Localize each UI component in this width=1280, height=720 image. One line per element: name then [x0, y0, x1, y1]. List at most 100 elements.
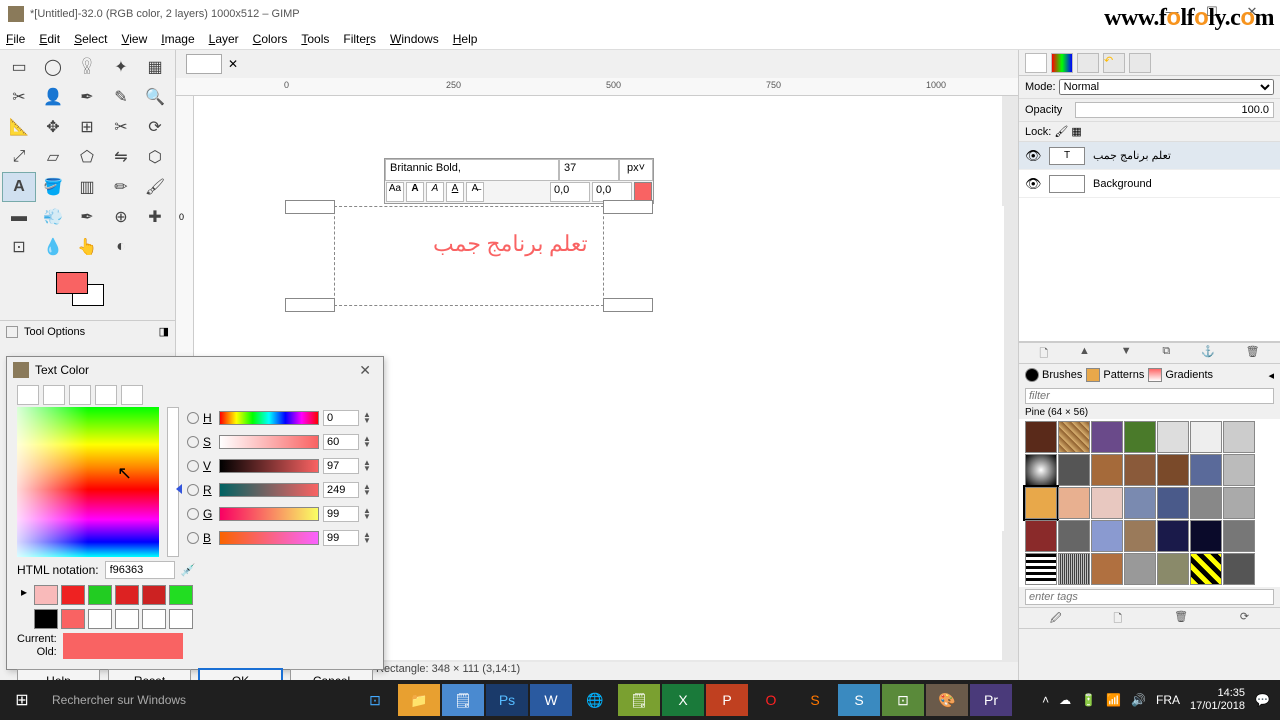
slider-b[interactable] — [219, 531, 319, 545]
slider-h[interactable] — [219, 411, 319, 425]
paths-tab-icon[interactable] — [1077, 53, 1099, 73]
swatch[interactable] — [34, 585, 58, 605]
tags-input[interactable] — [1025, 589, 1274, 605]
tool-picker[interactable]: ✎ — [104, 82, 138, 112]
pattern-item[interactable] — [1223, 553, 1255, 585]
swatch[interactable] — [88, 585, 112, 605]
pattern-item[interactable] — [1025, 421, 1057, 453]
image-tab[interactable] — [186, 54, 222, 74]
tool-foreground[interactable]: 👤 — [36, 82, 70, 112]
patterns-tab[interactable]: Patterns — [1086, 368, 1144, 382]
visibility-icon[interactable]: 👁 — [1025, 176, 1041, 192]
pattern-item[interactable] — [1124, 454, 1156, 486]
tool-cage[interactable]: ⬡ — [138, 142, 172, 172]
eyedropper-icon[interactable]: 💉 — [181, 563, 196, 577]
color-swatch[interactable] — [56, 272, 112, 308]
pattern-item[interactable] — [1091, 454, 1123, 486]
undo-tab-icon[interactable]: ↶ — [1103, 53, 1125, 73]
html-notation-input[interactable] — [105, 561, 175, 579]
tool-flip[interactable]: ⇋ — [104, 142, 138, 172]
pattern-item[interactable] — [1058, 421, 1090, 453]
pattern-item[interactable] — [1091, 520, 1123, 552]
delete-layer-icon[interactable]: 🗑 — [1246, 345, 1260, 361]
tool-align[interactable]: ⊞ — [70, 112, 104, 142]
italic-button[interactable]: A — [426, 182, 444, 202]
tray-lang-icon[interactable]: FRA — [1156, 693, 1180, 707]
layer-name[interactable]: Background — [1093, 178, 1152, 190]
font-unit[interactable]: px˅ — [619, 159, 653, 181]
tool-heal[interactable]: ✚ — [138, 202, 172, 232]
tool-perspective-clone[interactable]: ⊡ — [2, 232, 36, 262]
taskbar-app[interactable]: S — [794, 684, 836, 716]
opacity-value[interactable]: 100.0 — [1075, 102, 1274, 118]
pattern-item[interactable] — [1025, 520, 1057, 552]
mode-palette-icon[interactable] — [121, 385, 143, 405]
value-strip[interactable] — [167, 407, 179, 557]
tool-measure[interactable]: 📐 — [2, 112, 36, 142]
history-tab-icon[interactable] — [1129, 53, 1151, 73]
pattern-item[interactable] — [1223, 487, 1255, 519]
baseline-input[interactable]: 0,0 — [550, 182, 590, 202]
slider-v[interactable] — [219, 459, 319, 473]
layer-down-icon[interactable]: ▼ — [1121, 345, 1132, 361]
tool-bucket[interactable]: 🪣 — [36, 172, 70, 202]
tray-volume-icon[interactable]: 🔊 — [1131, 693, 1146, 707]
pattern-item[interactable] — [1124, 487, 1156, 519]
tool-eraser[interactable]: ▬ — [2, 202, 36, 232]
font-size-input[interactable]: 37 — [559, 159, 619, 181]
taskbar-app[interactable]: 🗒 — [618, 684, 660, 716]
layer-up-icon[interactable]: ▲ — [1079, 345, 1090, 361]
tool-ink[interactable]: ✒ — [70, 202, 104, 232]
kerning-input[interactable]: 0,0 — [592, 182, 632, 202]
lock-alpha-icon[interactable]: ▦ — [1071, 125, 1081, 138]
menu-tools[interactable]: Tools — [301, 32, 329, 46]
dialog-close-icon[interactable]: ✕ — [353, 362, 377, 379]
pattern-item[interactable] — [1157, 520, 1189, 552]
pattern-item[interactable] — [1025, 487, 1057, 519]
brushes-tab[interactable]: Brushes — [1025, 368, 1082, 382]
swatch[interactable] — [34, 609, 58, 629]
tool-zoom[interactable]: 🔍 — [138, 82, 172, 112]
tool-free-select[interactable]: 𓍰 — [70, 52, 104, 82]
pattern-item[interactable] — [1190, 487, 1222, 519]
menu-filters[interactable]: Filters — [343, 32, 376, 46]
new-layer-icon[interactable]: 🗋 — [1039, 345, 1048, 361]
value-v[interactable]: 97 — [323, 458, 359, 474]
menu-select[interactable]: Select — [74, 32, 107, 46]
pattern-item[interactable] — [1223, 454, 1255, 486]
taskbar-clock[interactable]: 14:3517/01/2018 — [1190, 687, 1245, 713]
radio-r[interactable] — [187, 484, 199, 496]
new-pattern-icon[interactable]: 🗋 — [1113, 610, 1122, 626]
edit-pattern-icon[interactable]: 🖉 — [1050, 610, 1062, 626]
swatch[interactable] — [115, 585, 139, 605]
canvas-text[interactable]: تعلم برنامج جمب — [433, 231, 588, 257]
pattern-item[interactable] — [1091, 421, 1123, 453]
pattern-item[interactable] — [1223, 421, 1255, 453]
taskbar-app[interactable]: ⊡ — [354, 684, 396, 716]
pattern-item[interactable] — [1157, 421, 1189, 453]
blend-mode-select[interactable]: Normal — [1059, 79, 1274, 95]
pattern-item[interactable] — [1124, 421, 1156, 453]
start-button[interactable]: ⊞ — [0, 690, 44, 710]
gradients-tab[interactable]: Gradients — [1148, 368, 1213, 382]
taskbar-app[interactable]: 📁 — [398, 684, 440, 716]
radio-g[interactable] — [187, 508, 199, 520]
visibility-icon[interactable]: 👁 — [1025, 148, 1041, 164]
pattern-filter-input[interactable] — [1025, 388, 1274, 404]
tray-cloud-icon[interactable]: ☁ — [1059, 693, 1071, 707]
layers-tab-icon[interactable] — [1025, 53, 1047, 73]
duplicate-layer-icon[interactable]: ⧉ — [1162, 345, 1170, 361]
tool-airbrush[interactable]: 💨 — [36, 202, 70, 232]
pattern-item[interactable] — [1124, 520, 1156, 552]
taskbar-app[interactable]: ⊡ — [882, 684, 924, 716]
pattern-item[interactable] — [1058, 520, 1090, 552]
value-g[interactable]: 99 — [323, 506, 359, 522]
mode-gimp-icon[interactable] — [17, 385, 39, 405]
color-field[interactable] — [17, 407, 159, 557]
pattern-item[interactable] — [1157, 454, 1189, 486]
menu-image[interactable]: Image — [161, 32, 194, 46]
channels-tab-icon[interactable] — [1051, 53, 1073, 73]
tool-move[interactable]: ✥ — [36, 112, 70, 142]
refresh-pattern-icon[interactable]: ⟳ — [1240, 610, 1249, 626]
value-s[interactable]: 60 — [323, 434, 359, 450]
